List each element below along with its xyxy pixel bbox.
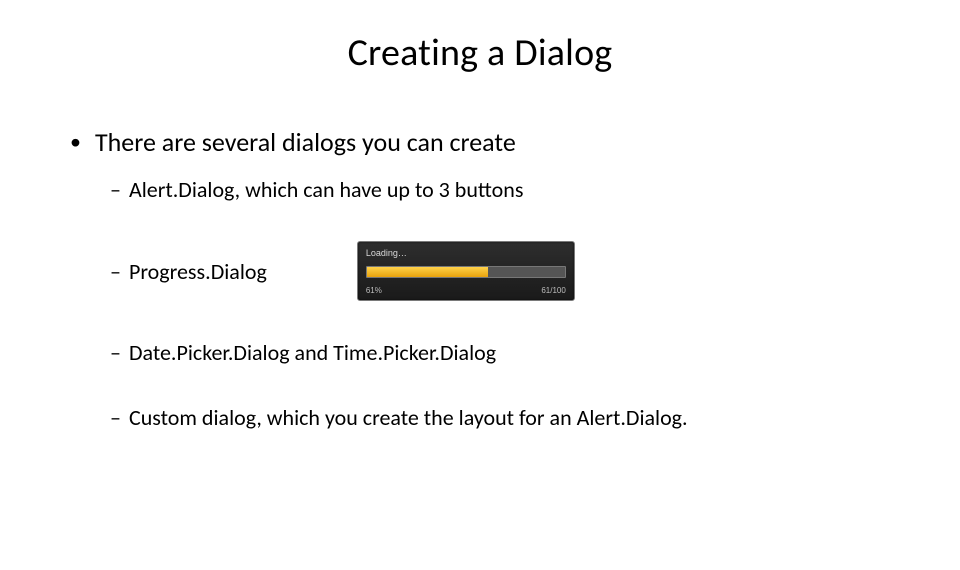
slide-body: • There are several dialogs you can crea… xyxy=(0,126,960,431)
progress-meta: 61% 61/100 xyxy=(366,286,566,295)
dash-icon: – xyxy=(110,404,121,431)
sub-bullet-text: Alert.Dialog, which can have up to 3 but… xyxy=(129,176,523,203)
bullet-main-text: There are several dialogs you can create xyxy=(95,126,516,158)
sub-bullet-datetime: – Date.Picker.Dialog and Time.Picker.Dia… xyxy=(110,339,900,366)
sub-bullet-progress: – Progress.Dialog Loading… 61% 61/100 xyxy=(110,241,900,301)
sub-bullet-text: Progress.Dialog xyxy=(129,258,267,285)
dash-icon: – xyxy=(110,176,121,203)
dash-icon: – xyxy=(110,339,121,366)
progress-count: 61/100 xyxy=(541,286,565,295)
progress-fill xyxy=(367,267,488,277)
slide: Creating a Dialog • There are several di… xyxy=(0,30,960,570)
progress-label: Loading… xyxy=(366,248,566,258)
sub-bullet-custom: – Custom dialog, which you create the la… xyxy=(110,404,900,431)
bullet-main: • There are several dialogs you can crea… xyxy=(70,126,900,158)
progress-track xyxy=(366,266,566,278)
dash-icon: – xyxy=(110,258,121,285)
progress-dialog-illustration: Loading… 61% 61/100 xyxy=(357,241,575,301)
progress-percent: 61% xyxy=(366,286,382,295)
sub-bullet-text: Date.Picker.Dialog and Time.Picker.Dialo… xyxy=(129,339,496,366)
slide-title: Creating a Dialog xyxy=(0,30,960,76)
bullet-dot-icon: • xyxy=(70,126,81,158)
sub-bullet-text: Custom dialog, which you create the layo… xyxy=(129,404,688,431)
sub-bullet-alert: – Alert.Dialog, which can have up to 3 b… xyxy=(110,176,900,203)
